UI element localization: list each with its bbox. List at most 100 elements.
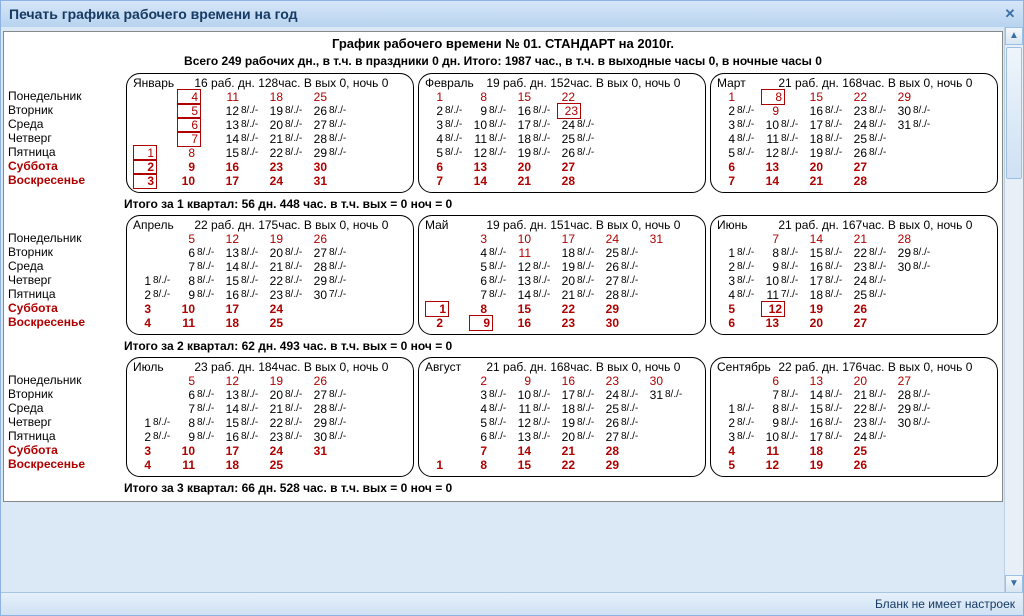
- day-cell: [645, 302, 689, 316]
- day-cell: 178/./-: [513, 118, 557, 132]
- scroll-thumb[interactable]: [1006, 47, 1022, 179]
- day-cell: 10: [177, 444, 221, 458]
- vertical-scrollbar[interactable]: ▲ ▼: [1004, 27, 1023, 593]
- day-cell: 4: [133, 316, 177, 330]
- day-cell: 58/./-: [469, 416, 513, 430]
- day-cell: 6: [177, 118, 221, 132]
- day-cell: 16: [513, 316, 557, 330]
- day-cell: 19: [805, 302, 849, 316]
- day-cell: 48/./-: [717, 132, 761, 146]
- day-cell: 25: [849, 444, 893, 458]
- day-cell: 218/./-: [265, 402, 309, 416]
- day-cell: [893, 302, 937, 316]
- day-cell: 308/./-: [893, 104, 937, 118]
- day-cell: 16: [221, 160, 265, 174]
- day-cell: 258/./-: [557, 132, 601, 146]
- day-cell: [309, 458, 353, 472]
- day-cell: 158/./-: [805, 246, 849, 260]
- day-cell: 26: [849, 458, 893, 472]
- day-cell: 258/./-: [849, 132, 893, 146]
- day-cell: 3: [469, 232, 513, 246]
- day-cell: [425, 288, 469, 302]
- day-cell: 228/./-: [265, 416, 309, 430]
- day-cell: 208/./-: [557, 274, 601, 288]
- day-cell: 238/./-: [849, 416, 893, 430]
- day-cell: 198/./-: [265, 104, 309, 118]
- day-labels: ПонедельникВторникСредаЧетвергПятницаСуб…: [8, 373, 118, 471]
- day-cell: 28/./-: [133, 430, 177, 444]
- day-cell: 128/./-: [513, 260, 557, 274]
- quarter-row-peek: Октябрь 22 раб. дн. 176час. В вых 0, ноч…: [6, 497, 1000, 499]
- day-cell: 9: [469, 316, 513, 330]
- day-cell: 21: [849, 232, 893, 246]
- month-Март: Март 21 раб. дн. 168час. В вых 0, ночь 0…: [710, 73, 998, 193]
- window: Печать графика рабочего времени на год ✕…: [0, 0, 1024, 616]
- day-cell: 108/./-: [761, 118, 805, 132]
- day-cell: 318/./-: [893, 118, 937, 132]
- day-cell: 12: [221, 374, 265, 388]
- month-Апрель: Апрель 22 раб. дн. 175час. В вых 0, ночь…: [126, 215, 414, 335]
- day-cell: 138/./-: [221, 388, 265, 402]
- day-cell: 58/./-: [717, 146, 761, 160]
- day-labels: ПонедельникВторникСредаЧетвергПятницаСуб…: [8, 89, 118, 187]
- day-cell: [893, 174, 937, 188]
- day-cell: 88/./-: [177, 274, 221, 288]
- day-cell: 9: [761, 104, 805, 118]
- scroll-up-icon[interactable]: ▲: [1005, 27, 1023, 45]
- day-cell: 28: [557, 174, 601, 188]
- day-cell: 68/./-: [469, 274, 513, 288]
- day-cell: 298/./-: [309, 416, 353, 430]
- day-cell: 248/./-: [849, 274, 893, 288]
- day-cell: 11: [513, 246, 557, 260]
- day-cell: 13: [805, 374, 849, 388]
- day-cell: 1: [425, 458, 469, 472]
- day-cell: 20: [805, 316, 849, 330]
- day-cell: 278/./-: [309, 246, 353, 260]
- day-cell: 7: [425, 174, 469, 188]
- day-cell: 1: [425, 90, 469, 104]
- day-cell: [425, 260, 469, 274]
- day-cell: 28: [849, 174, 893, 188]
- month-header: Февраль 19 раб. дн. 152час. В вых 0, ноч…: [425, 76, 699, 90]
- day-cell: [893, 458, 937, 472]
- day-cell: 24: [265, 444, 309, 458]
- day-cell: 7: [177, 132, 221, 146]
- day-cell: 278/./-: [309, 118, 353, 132]
- month-header: Август 21 раб. дн. 168час. В вых 0, ночь…: [425, 360, 699, 374]
- day-label: Пятница: [8, 429, 118, 443]
- day-cell: 218/./-: [849, 388, 893, 402]
- day-cell: 117/./-: [761, 288, 805, 302]
- day-cell: 308/./-: [893, 260, 937, 274]
- day-cell: 11: [761, 444, 805, 458]
- scroll-down-icon[interactable]: ▼: [1005, 575, 1023, 593]
- day-cell: 8: [469, 302, 513, 316]
- day-cell: 128/./-: [761, 146, 805, 160]
- day-cell: 38/./-: [469, 388, 513, 402]
- day-cell: [133, 260, 177, 274]
- day-label: Четверг: [8, 131, 118, 145]
- day-cell: 5: [177, 232, 221, 246]
- day-cell: [309, 302, 353, 316]
- day-cell: 18/./-: [133, 274, 177, 288]
- day-cell: 30: [309, 160, 353, 174]
- day-cell: [717, 388, 761, 402]
- day-labels: ПонедельникВторникСредаЧетвергПятницаСуб…: [8, 231, 118, 329]
- close-icon[interactable]: ✕: [1003, 7, 1017, 21]
- day-label: Понедельник: [8, 89, 118, 103]
- day-cell: 14: [469, 174, 513, 188]
- day-cell: 48/./-: [425, 132, 469, 146]
- day-cell: 18: [265, 90, 309, 104]
- day-cell: 298/./-: [309, 146, 353, 160]
- day-cell: 248/./-: [849, 430, 893, 444]
- day-cell: 168/./-: [805, 104, 849, 118]
- window-title: Печать графика рабочего времени на год: [9, 6, 298, 22]
- month-header: Июнь 21 раб. дн. 167час. В вых 0, ночь 0: [717, 218, 991, 232]
- day-cell: 22: [557, 90, 601, 104]
- day-cell: 28: [601, 444, 645, 458]
- day-cell: 128/./-: [469, 146, 513, 160]
- quarter-total: Итого за 1 квартал: 56 дн. 448 час. в т.…: [6, 195, 1000, 213]
- month-header: Март 21 раб. дн. 168час. В вых 0, ночь 0: [717, 76, 991, 90]
- day-cell: 288/./-: [309, 132, 353, 146]
- day-cell: 238/./-: [265, 288, 309, 302]
- day-cell: 288/./-: [309, 402, 353, 416]
